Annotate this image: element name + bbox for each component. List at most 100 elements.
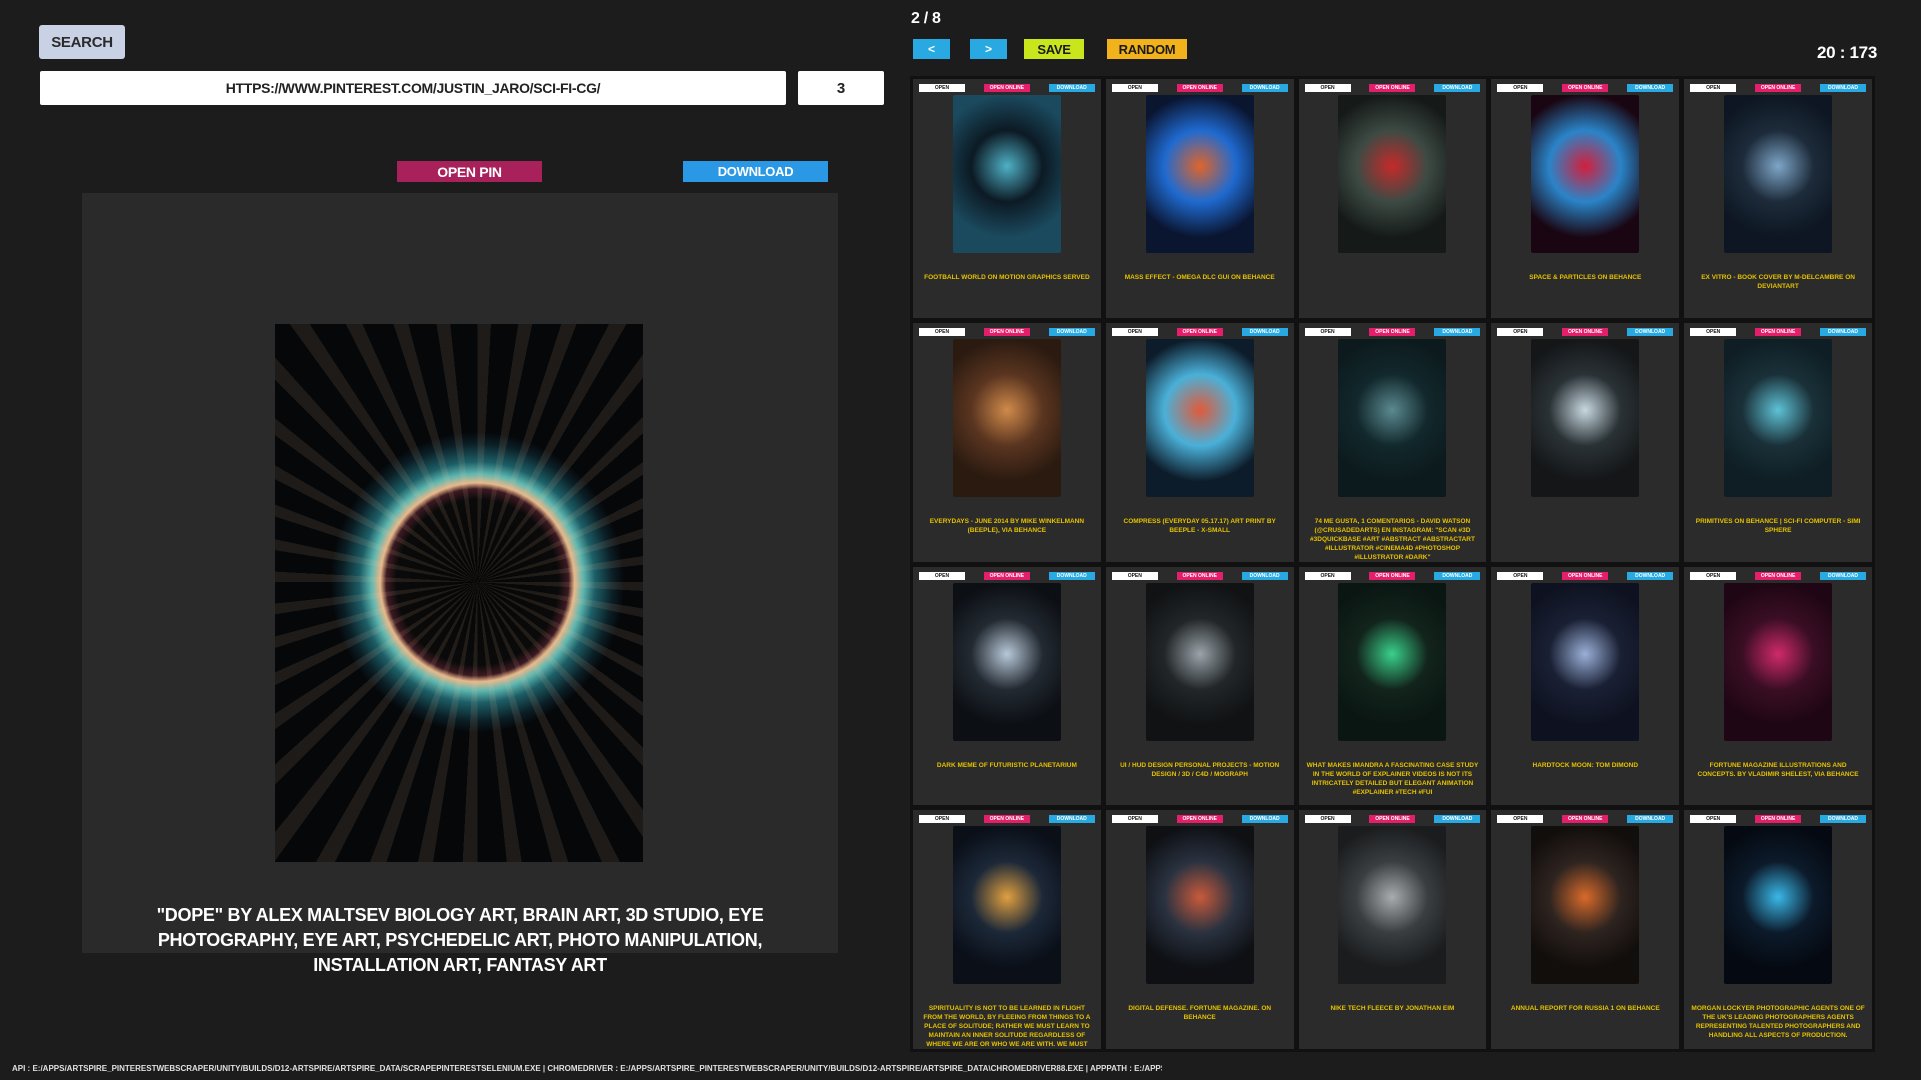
pin-caption: FOOTBALL WORLD ON MOTION GRAPHICS SERVED [924, 274, 1090, 281]
card-download-button[interactable]: DOWNLOAD [1434, 571, 1481, 580]
pin-thumbnail[interactable] [1145, 338, 1254, 497]
pin-thumbnail[interactable] [1338, 338, 1447, 497]
pin-thumbnail[interactable] [1724, 826, 1833, 985]
pin-thumbnail[interactable] [1338, 826, 1447, 985]
card-download-button[interactable]: DOWNLOAD [1627, 571, 1674, 580]
pin-caption: 74 ME GUSTA, 1 COMENTARIOS - DAVID WATSO… [1310, 517, 1475, 561]
pin-thumbnail[interactable] [952, 582, 1061, 741]
pin-thumbnail[interactable] [1531, 582, 1640, 741]
card-open-button[interactable]: OPEN [1111, 327, 1158, 336]
pin-thumbnail[interactable] [1531, 826, 1640, 985]
card-download-button[interactable]: DOWNLOAD [1048, 571, 1095, 580]
card-open-online-button[interactable]: OPEN ONLINE [1562, 84, 1609, 92]
card-download-button[interactable]: DOWNLOAD [1820, 815, 1866, 824]
open-pin-button[interactable]: OPEN PIN [397, 161, 542, 182]
card-open-button[interactable]: OPEN [1304, 84, 1351, 92]
pin-thumbnail[interactable] [1145, 95, 1254, 253]
card-download-button[interactable]: DOWNLOAD [1434, 84, 1481, 92]
card-open-online-button[interactable]: OPEN ONLINE [1369, 84, 1416, 92]
card-download-button[interactable]: DOWNLOAD [1820, 327, 1866, 336]
card-download-button[interactable]: DOWNLOAD [1048, 84, 1095, 92]
card-open-button[interactable]: OPEN [1690, 327, 1737, 336]
card-download-button[interactable]: DOWNLOAD [1048, 327, 1095, 336]
pin-thumbnail[interactable] [952, 826, 1061, 985]
card-open-button[interactable]: OPEN [1497, 327, 1544, 336]
card-download-button[interactable]: DOWNLOAD [1627, 84, 1674, 92]
card-open-button[interactable]: OPEN [919, 84, 965, 92]
pin-thumbnail[interactable] [1724, 582, 1833, 741]
card-download-button[interactable]: DOWNLOAD [1241, 815, 1288, 824]
card-open-online-button[interactable]: OPEN ONLINE [1562, 815, 1609, 824]
search-button[interactable]: SEARCH [39, 25, 125, 59]
prev-page-button[interactable]: < [913, 39, 950, 59]
card-open-button[interactable]: OPEN [1111, 84, 1158, 92]
card-open-online-button[interactable]: OPEN ONLINE [1369, 815, 1416, 824]
card-open-online-button[interactable]: OPEN ONLINE [1755, 327, 1802, 336]
url-input[interactable]: HTTPS://WWW.PINTEREST.COM/JUSTIN_JARO/SC… [40, 71, 786, 105]
timer-readout: 20 : 173 [1817, 43, 1877, 62]
card-open-online-button[interactable]: OPEN ONLINE [1369, 327, 1416, 336]
card-open-online-button[interactable]: OPEN ONLINE [983, 327, 1030, 336]
card-open-online-button[interactable]: OPEN ONLINE [1176, 571, 1223, 580]
pin-caption: SPACE & PARTICLES ON BEHANCE [1529, 274, 1642, 281]
card-open-button[interactable]: OPEN [1497, 84, 1544, 92]
random-button[interactable]: RANDOM [1107, 39, 1187, 59]
download-button[interactable]: DOWNLOAD [683, 161, 828, 182]
card-open-online-button[interactable]: OPEN ONLINE [1755, 571, 1802, 580]
count-input[interactable]: 3 [798, 71, 884, 105]
card-open-button[interactable]: OPEN [1304, 571, 1351, 580]
card-download-button[interactable]: DOWNLOAD [1241, 327, 1288, 336]
card-open-online-button[interactable]: OPEN ONLINE [983, 571, 1030, 580]
pin-card: OPEN OPEN ONLINE DOWNLOAD PRIMITIVES ON BEH… [1684, 322, 1872, 562]
card-open-button[interactable]: OPEN [1497, 815, 1544, 824]
card-open-button[interactable]: OPEN [1690, 815, 1737, 824]
card-open-online-button[interactable]: OPEN ONLINE [1369, 571, 1416, 580]
card-open-button[interactable]: OPEN [919, 327, 965, 336]
pin-thumbnail[interactable] [1531, 338, 1640, 497]
card-open-button[interactable]: OPEN [1304, 815, 1351, 824]
card-open-online-button[interactable]: OPEN ONLINE [1755, 815, 1802, 824]
pin-thumbnail[interactable] [1145, 826, 1254, 985]
card-open-online-button[interactable]: OPEN ONLINE [983, 84, 1030, 92]
page-indicator: 2 / 8 [911, 10, 941, 27]
pin-card: OPEN OPEN ONLINE DOWNLOAD [1491, 322, 1680, 562]
card-open-online-button[interactable]: OPEN ONLINE [1755, 84, 1802, 92]
card-download-button[interactable]: DOWNLOAD [1434, 815, 1481, 824]
preview-image[interactable] [275, 324, 643, 862]
pin-thumbnail[interactable] [952, 95, 1061, 253]
card-download-button[interactable]: DOWNLOAD [1820, 571, 1866, 580]
card-download-button[interactable]: DOWNLOAD [1627, 815, 1674, 824]
card-open-online-button[interactable]: OPEN ONLINE [1176, 815, 1223, 824]
card-button-row: OPEN OPEN ONLINE DOWNLOAD [1304, 571, 1481, 580]
card-download-button[interactable]: DOWNLOAD [1048, 815, 1095, 824]
pin-card: OPEN OPEN ONLINE DOWNLOAD WHAT MAKES IMANDR… [1298, 566, 1487, 806]
card-download-button[interactable]: DOWNLOAD [1820, 84, 1866, 92]
pin-thumbnail[interactable] [1531, 95, 1640, 253]
card-download-button[interactable]: DOWNLOAD [1241, 571, 1288, 580]
card-open-online-button[interactable]: OPEN ONLINE [983, 815, 1030, 824]
card-download-button[interactable]: DOWNLOAD [1434, 327, 1481, 336]
card-open-button[interactable]: OPEN [919, 815, 965, 824]
pin-thumbnail[interactable] [1338, 582, 1447, 741]
card-open-online-button[interactable]: OPEN ONLINE [1562, 327, 1609, 336]
card-open-online-button[interactable]: OPEN ONLINE [1176, 84, 1223, 92]
pin-thumbnail[interactable] [1145, 582, 1254, 741]
pin-thumbnail[interactable] [1338, 95, 1447, 253]
card-open-online-button[interactable]: OPEN ONLINE [1176, 327, 1223, 336]
pin-thumbnail[interactable] [952, 338, 1061, 497]
card-open-button[interactable]: OPEN [1304, 327, 1351, 336]
pin-thumbnail[interactable] [1724, 338, 1833, 497]
card-download-button[interactable]: DOWNLOAD [1627, 327, 1674, 336]
next-page-button[interactable]: > [970, 39, 1007, 59]
card-open-button[interactable]: OPEN [919, 571, 965, 580]
card-open-button[interactable]: OPEN [1690, 571, 1737, 580]
card-open-button[interactable]: OPEN [1690, 84, 1737, 92]
card-download-button[interactable]: DOWNLOAD [1241, 84, 1288, 92]
pin-thumbnail[interactable] [1724, 95, 1833, 253]
card-open-button[interactable]: OPEN [1111, 815, 1158, 824]
card-open-online-button[interactable]: OPEN ONLINE [1562, 571, 1609, 580]
pin-card: OPEN OPEN ONLINE DOWNLOAD 74 ME GUSTA, 1 CO… [1298, 322, 1487, 562]
save-button[interactable]: SAVE [1024, 39, 1084, 59]
card-open-button[interactable]: OPEN [1111, 571, 1158, 580]
card-open-button[interactable]: OPEN [1497, 571, 1544, 580]
